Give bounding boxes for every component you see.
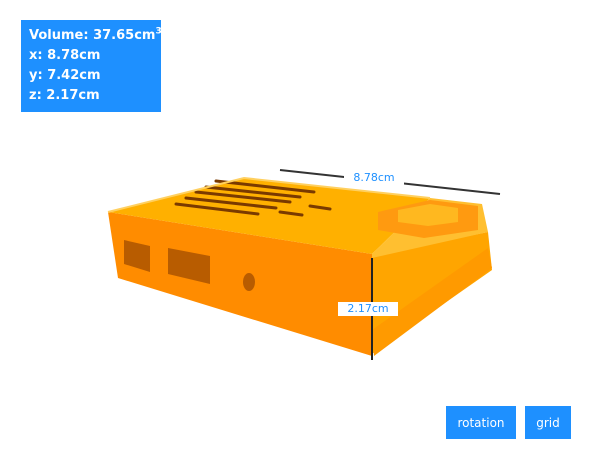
grid-button[interactable]: grid: [525, 406, 571, 439]
z-dimension-label: 2.17cm: [338, 302, 398, 316]
audio-jack-cutout: [243, 273, 255, 291]
x-dimension-label: 8.78cm: [344, 171, 404, 185]
model-canvas[interactable]: [0, 0, 598, 461]
rotation-button[interactable]: rotation: [446, 406, 516, 439]
model-viewer[interactable]: Volume: 37.65cm3 x: 8.78cm y: 7.42cm z: …: [0, 0, 598, 461]
